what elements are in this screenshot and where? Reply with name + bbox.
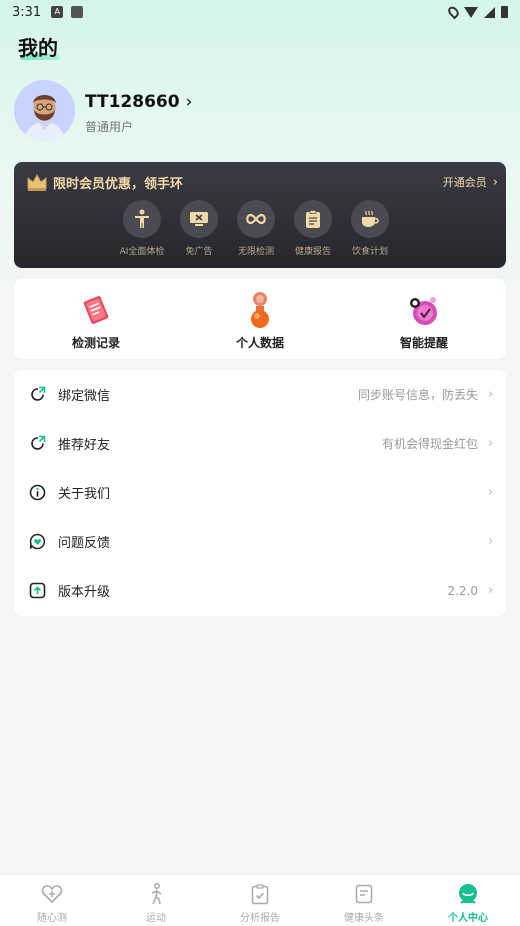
nav-item-health-news[interactable]: 健康头条	[312, 875, 416, 926]
quick-action-reminder[interactable]: 智能提醒	[342, 279, 506, 359]
menu-item-hint: 有机会得现金红包	[381, 437, 478, 451]
status-bar: 3:31 A	[0, 0, 520, 24]
username-text: TT128660	[85, 92, 180, 112]
chevron-right-icon: ›	[488, 485, 494, 500]
avatar-illustration	[14, 80, 75, 141]
open-vip-button[interactable]: 开通会员 ›	[443, 174, 498, 190]
nav-label: 随心测	[37, 913, 67, 924]
menu-item-label: 绑定微信	[58, 389, 111, 404]
news-icon	[353, 883, 375, 905]
quick-actions-card: 检测记录 个人数据 智能提醒	[14, 279, 506, 359]
chevron-right-icon: ›	[488, 534, 494, 549]
info-icon	[29, 484, 46, 501]
nav-item-sport[interactable]: 运动	[104, 875, 208, 926]
menu-item-feedback[interactable]: 问题反馈 ›	[14, 517, 506, 566]
menu-item-hint: 同步账号信息，防丢失	[357, 388, 478, 402]
nav-label: 健康头条	[344, 913, 384, 924]
vip-title: 限时会员优惠，领手环	[53, 177, 184, 192]
avatar[interactable]	[14, 80, 75, 141]
menu-item-recommend-friends[interactable]: 推荐好友 有机会得现金红包 ›	[14, 419, 506, 468]
menu-list: 绑定微信 同步账号信息，防丢失 › 推荐好友 有机会得现金红包 › 关于我们 ›…	[14, 370, 506, 616]
version-number: 2.2.0	[447, 583, 478, 598]
menu-item-version-upgrade[interactable]: 版本升级 2.2.0 ›	[14, 566, 506, 615]
feedback-heart-icon	[29, 533, 46, 550]
vip-card[interactable]: 限时会员优惠，领手环 开通会员 › AI全面体检 免广告 无限检测 健康报告 饮…	[14, 162, 506, 268]
runner-icon	[145, 883, 167, 905]
chevron-right-icon: ›	[488, 387, 494, 402]
nav-item-profile-center[interactable]: 个人中心	[416, 875, 520, 926]
vip-feature-diet[interactable]: 饮食计划	[350, 200, 390, 257]
quick-action-personal-data[interactable]: 个人数据	[178, 279, 342, 359]
open-vip-label: 开通会员	[442, 176, 487, 189]
nav-label: 分析报告	[240, 913, 280, 924]
quick-action-label: 检测记录	[71, 336, 120, 350]
username[interactable]: TT128660 ›	[85, 92, 192, 112]
vip-feature-label: 饮食计划	[351, 247, 388, 257]
clipboard-check-icon	[249, 883, 271, 905]
nav-item-analysis-report[interactable]: 分析报告	[208, 875, 312, 926]
refresh-arrow-icon	[29, 386, 46, 403]
no-ads-icon	[180, 200, 218, 238]
infinity-icon	[237, 200, 275, 238]
vip-feature-label: AI全面体检	[119, 247, 165, 257]
chevron-right-icon: ›	[185, 92, 193, 112]
signal-icon	[484, 6, 495, 18]
menu-item-label: 问题反馈	[58, 536, 111, 551]
vip-feature-label: 无限检测	[237, 247, 274, 257]
user-level: 普通用户	[85, 120, 134, 134]
crown-icon	[27, 173, 47, 191]
menu-item-label: 版本升级	[58, 585, 111, 600]
chevron-right-icon: ›	[488, 436, 494, 451]
battery-icon	[501, 6, 508, 18]
vip-feature-ai-checkup[interactable]: AI全面体检	[119, 200, 165, 257]
chevron-right-icon: ›	[488, 583, 494, 598]
report-icon	[294, 200, 332, 238]
vip-features: AI全面体检 免广告 无限检测 健康报告 饮食计划	[119, 200, 390, 257]
vip-feature-label: 免广告	[185, 247, 213, 257]
menu-item-bind-wechat[interactable]: 绑定微信 同步账号信息，防丢失 ›	[14, 370, 506, 419]
notification-a-icon: A	[51, 6, 64, 18]
page-title: 我的	[18, 36, 58, 60]
upgrade-icon	[29, 582, 46, 599]
quick-action-records[interactable]: 检测记录	[14, 279, 178, 359]
nav-label: 个人中心	[448, 913, 488, 924]
cup-icon	[351, 200, 389, 238]
record-icon	[76, 290, 116, 330]
vip-feature-report[interactable]: 健康报告	[293, 200, 333, 257]
status-time: 3:31	[12, 4, 42, 20]
quick-action-label: 个人数据	[235, 336, 284, 350]
quick-action-label: 智能提醒	[399, 336, 448, 350]
nav-label: 运动	[146, 913, 166, 924]
reminder-icon	[404, 290, 444, 330]
bottom-nav: 随心测 运动 分析报告 健康头条 个人中心	[0, 874, 520, 926]
menu-item-label: 推荐好友	[58, 438, 111, 453]
wifi-icon	[464, 6, 478, 18]
chevron-right-icon: ›	[492, 174, 498, 190]
body-icon	[123, 200, 161, 238]
person-data-icon	[240, 290, 280, 330]
menu-item-about-us[interactable]: 关于我们 ›	[14, 468, 506, 517]
menu-item-label: 关于我们	[58, 487, 111, 502]
vip-feature-label: 健康报告	[294, 247, 331, 257]
profile-center-icon	[457, 883, 479, 905]
notification-square-icon	[71, 6, 84, 18]
refresh-arrow-icon	[29, 435, 46, 452]
nav-item-quick-test[interactable]: 随心测	[0, 875, 104, 926]
vip-feature-unlimited[interactable]: 无限检测	[236, 200, 276, 257]
heart-plus-icon	[41, 883, 63, 905]
location-icon	[446, 4, 461, 20]
vip-feature-no-ads[interactable]: 免广告	[179, 200, 219, 257]
